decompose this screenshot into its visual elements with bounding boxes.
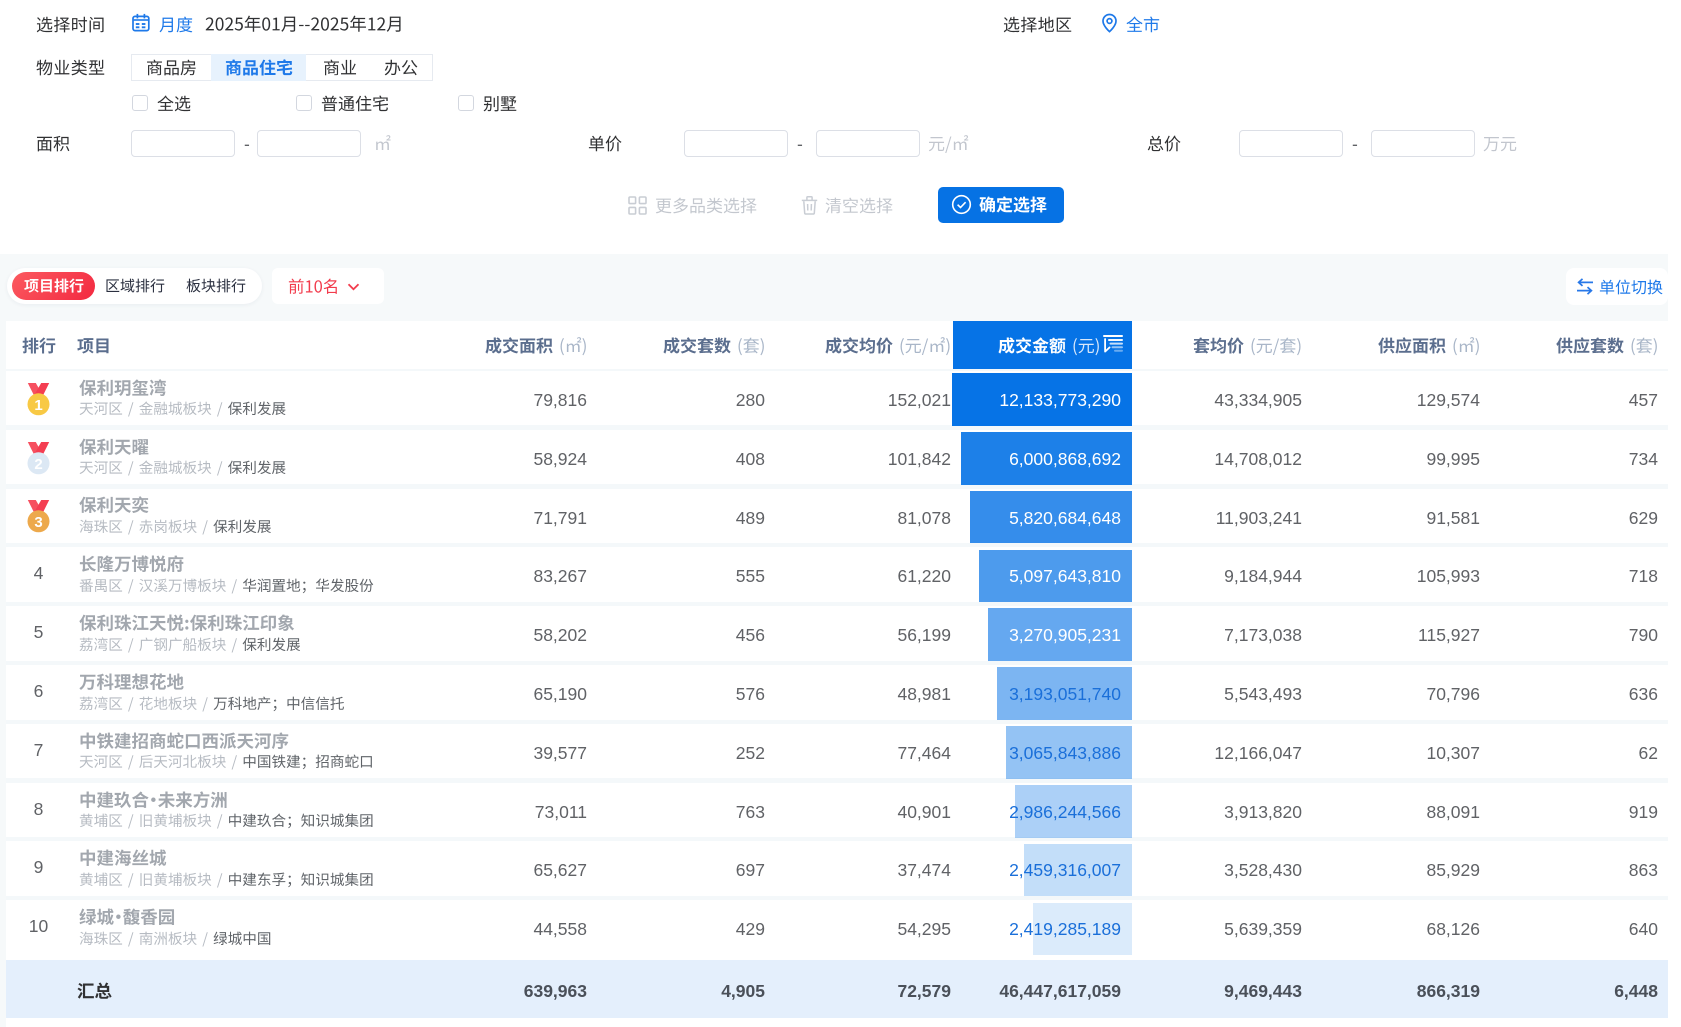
svg-text:3: 3 xyxy=(34,514,42,531)
svg-text:1: 1 xyxy=(34,397,42,414)
svg-text:2: 2 xyxy=(34,456,42,473)
